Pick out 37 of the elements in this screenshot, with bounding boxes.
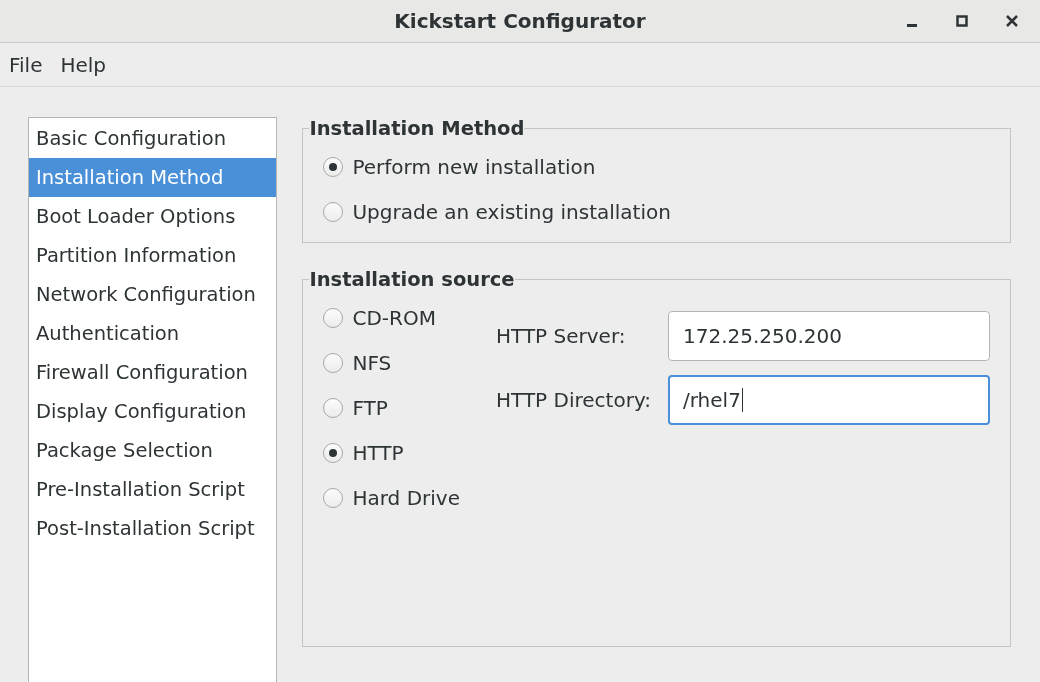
radio-button[interactable] bbox=[323, 397, 344, 418]
sidebar-item[interactable]: Post-Installation Script bbox=[29, 509, 277, 548]
menu-item[interactable]: File bbox=[0, 48, 52, 81]
radio-label: NFS bbox=[352, 350, 392, 375]
sidebar-item[interactable]: Display Configuration bbox=[29, 392, 277, 431]
radio-label: Hard Drive bbox=[352, 485, 460, 510]
frame-title: Installation source bbox=[309, 268, 515, 291]
sidebar-item[interactable]: Basic Configuration bbox=[29, 119, 277, 158]
radio-button[interactable] bbox=[323, 307, 344, 328]
sidebar-item[interactable]: Authentication bbox=[29, 314, 277, 353]
sidebar-item[interactable]: Package Selection bbox=[29, 431, 277, 470]
input-field[interactable]: 172.25.250.200 bbox=[668, 311, 990, 361]
text-cursor bbox=[741, 388, 744, 412]
radio-button[interactable] bbox=[323, 487, 344, 508]
minimize-icon bbox=[907, 24, 917, 27]
field-label: HTTP Server: bbox=[496, 323, 627, 350]
sidebar-item[interactable]: Pre-Installation Script bbox=[29, 470, 277, 509]
close-icon bbox=[1006, 15, 1018, 27]
radio-label: HTTP bbox=[352, 440, 404, 465]
radio-button[interactable] bbox=[323, 201, 344, 222]
radio-button[interactable] bbox=[323, 156, 344, 177]
radio-label: Upgrade an existing installation bbox=[352, 199, 671, 224]
field-label: HTTP Directory: bbox=[496, 387, 652, 414]
sidebar-item[interactable]: Boot Loader Options bbox=[29, 197, 277, 236]
maximize-icon bbox=[956, 15, 968, 27]
sidebar-item[interactable]: Partition Information bbox=[29, 236, 277, 275]
sidebar-item[interactable]: Network Configuration bbox=[29, 275, 277, 314]
menu-item[interactable]: Help bbox=[51, 48, 116, 81]
input-field[interactable]: /rhel7 bbox=[668, 375, 990, 425]
radio-label: FTP bbox=[352, 395, 388, 420]
radio-button[interactable] bbox=[323, 352, 344, 373]
radio-label: CD-ROM bbox=[352, 305, 436, 330]
radio-label: Perform new installation bbox=[352, 154, 596, 179]
frame-title: Installation Method bbox=[309, 117, 525, 140]
radio-button[interactable] bbox=[323, 442, 344, 463]
sidebar-item[interactable]: Firewall Configuration bbox=[29, 353, 277, 392]
window-title: Kickstart Configurator bbox=[394, 9, 646, 33]
